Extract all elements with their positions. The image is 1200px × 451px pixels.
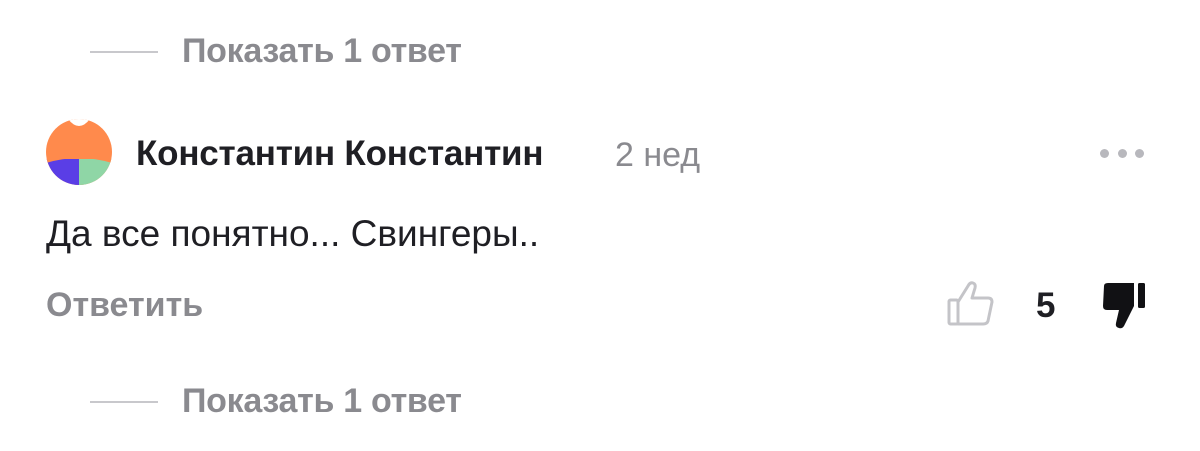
likes-count: 5: [1036, 286, 1056, 325]
show-replies-top[interactable]: Показать 1 ответ: [90, 32, 462, 71]
show-replies-label: Показать 1 ответ: [182, 382, 462, 420]
avatar[interactable]: [46, 119, 112, 185]
comment-author[interactable]: Константин Константин: [136, 134, 544, 174]
avatar-image: [46, 119, 112, 185]
dot: [1135, 148, 1144, 158]
divider-line: [90, 50, 158, 53]
dot: [1100, 148, 1109, 158]
show-replies-bottom[interactable]: Показать 1 ответ: [90, 382, 462, 421]
reply-button[interactable]: Ответить: [46, 286, 203, 325]
thumbs-down-icon[interactable]: [1100, 280, 1152, 330]
comment-text: Да все понятно... Свингеры..: [46, 213, 540, 254]
more-dots-icon[interactable]: [1100, 146, 1144, 160]
thumbs-up-icon[interactable]: [946, 278, 996, 328]
divider-line: [90, 400, 158, 403]
comment-time: 2 нед: [615, 136, 701, 174]
dot: [1117, 148, 1127, 158]
show-replies-label: Показать 1 ответ: [182, 32, 462, 70]
